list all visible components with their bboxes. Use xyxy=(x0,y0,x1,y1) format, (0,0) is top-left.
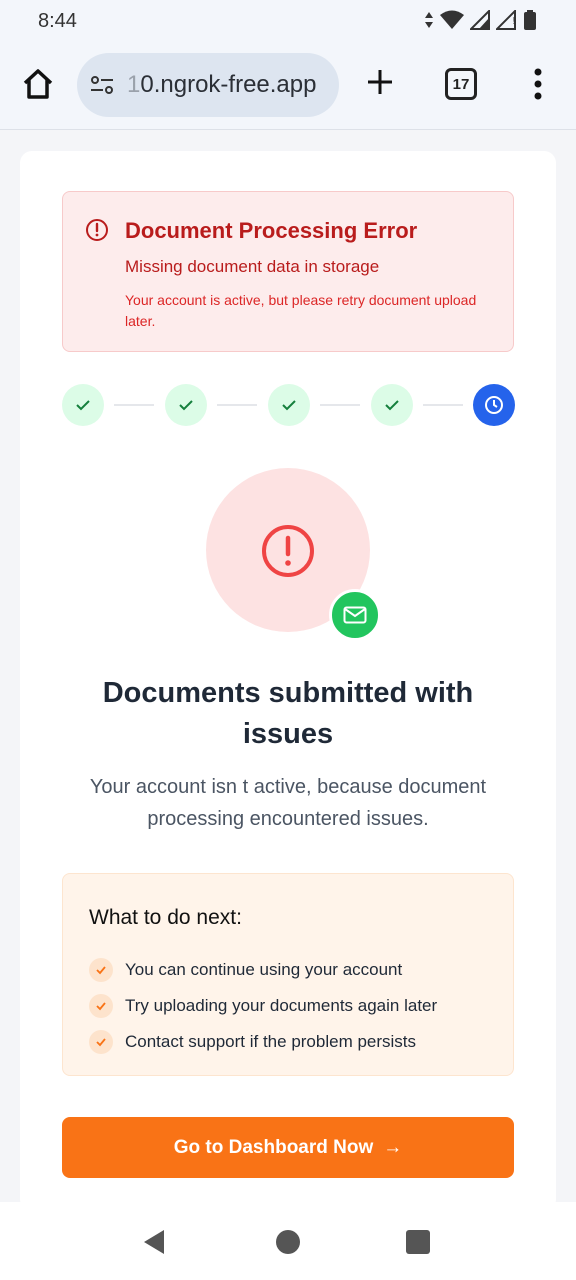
list-item: Contact support if the problem persists xyxy=(89,1024,437,1060)
page-description: Your account isn t active, because docum… xyxy=(89,776,487,830)
status-card: Document Processing Error Missing docume… xyxy=(20,151,556,1211)
data-arrows-icon xyxy=(425,12,433,28)
page-title: Documents submitted with issues xyxy=(102,677,474,750)
step-connector xyxy=(320,404,360,406)
check-icon xyxy=(282,400,296,411)
url-host: 0.ngrok-free.app xyxy=(140,71,317,98)
step-3 xyxy=(268,384,310,426)
plus-icon[interactable] xyxy=(364,66,396,98)
arrow-right-icon: → xyxy=(383,1136,403,1158)
clock-icon xyxy=(485,396,503,414)
status-icons: ! xyxy=(424,10,536,30)
step-connector xyxy=(114,404,154,406)
address-bar[interactable]: 10.ngrok-free.app xyxy=(77,53,339,117)
check-icon xyxy=(89,994,113,1018)
error-detail: Your account is active, but please retry… xyxy=(125,292,477,329)
cta-label: Go to Dashboard Now xyxy=(173,1136,374,1158)
signal-icon-2: ! xyxy=(496,10,516,30)
go-to-dashboard-button[interactable]: Go to Dashboard Now → xyxy=(62,1117,514,1178)
list-item: Try uploading your documents again later xyxy=(89,988,437,1024)
check-icon xyxy=(89,958,113,982)
next-steps-title: What to do next: xyxy=(89,906,242,929)
battery-icon xyxy=(524,10,536,30)
system-nav-bar xyxy=(0,1202,576,1280)
back-icon[interactable] xyxy=(142,1228,166,1256)
list-item-text: Try uploading your documents again later xyxy=(125,996,438,1015)
tab-switcher-button[interactable]: 17 xyxy=(445,68,477,100)
home-nav-icon[interactable] xyxy=(276,1230,300,1254)
step-4 xyxy=(371,384,413,426)
home-icon[interactable] xyxy=(20,66,56,102)
next-steps-list: You can continue using your account Try … xyxy=(89,952,437,1060)
step-connector xyxy=(217,404,257,406)
step-1 xyxy=(62,384,104,426)
tune-icon[interactable] xyxy=(89,72,115,98)
alert-circle-icon xyxy=(262,525,314,577)
list-item: You can continue using your account xyxy=(89,952,437,988)
list-item-text: Contact support if the problem persists xyxy=(125,1032,417,1051)
error-subtitle: Missing document data in storage xyxy=(125,257,380,276)
url-text: 10.ngrok-free.app xyxy=(127,71,316,99)
svg-text:!: ! xyxy=(512,16,516,27)
step-connector xyxy=(423,404,463,406)
error-alert: Document Processing Error Missing docume… xyxy=(62,191,514,352)
status-bar: 8:44 ! xyxy=(0,0,576,44)
recents-icon[interactable] xyxy=(406,1230,430,1254)
check-icon xyxy=(385,400,399,411)
error-title: Document Processing Error xyxy=(125,218,418,243)
step-2 xyxy=(165,384,207,426)
check-icon xyxy=(179,400,193,411)
check-icon xyxy=(89,1030,113,1054)
wifi-icon xyxy=(440,10,464,29)
more-vert-icon[interactable] xyxy=(530,66,546,102)
list-item-text: You can continue using your account xyxy=(125,960,403,979)
mail-badge xyxy=(329,589,381,641)
url-prefix: 1 xyxy=(127,71,141,98)
next-steps-box: What to do next: You can continue using … xyxy=(62,873,514,1076)
step-5 xyxy=(473,384,515,426)
progress-steps xyxy=(62,384,515,426)
status-time: 8:44 xyxy=(38,10,77,32)
browser-toolbar: 10.ngrok-free.app 17 xyxy=(0,44,576,130)
mail-icon xyxy=(343,606,367,624)
check-icon xyxy=(76,400,90,411)
signal-icon xyxy=(470,10,490,30)
alert-circle-icon xyxy=(86,219,108,241)
